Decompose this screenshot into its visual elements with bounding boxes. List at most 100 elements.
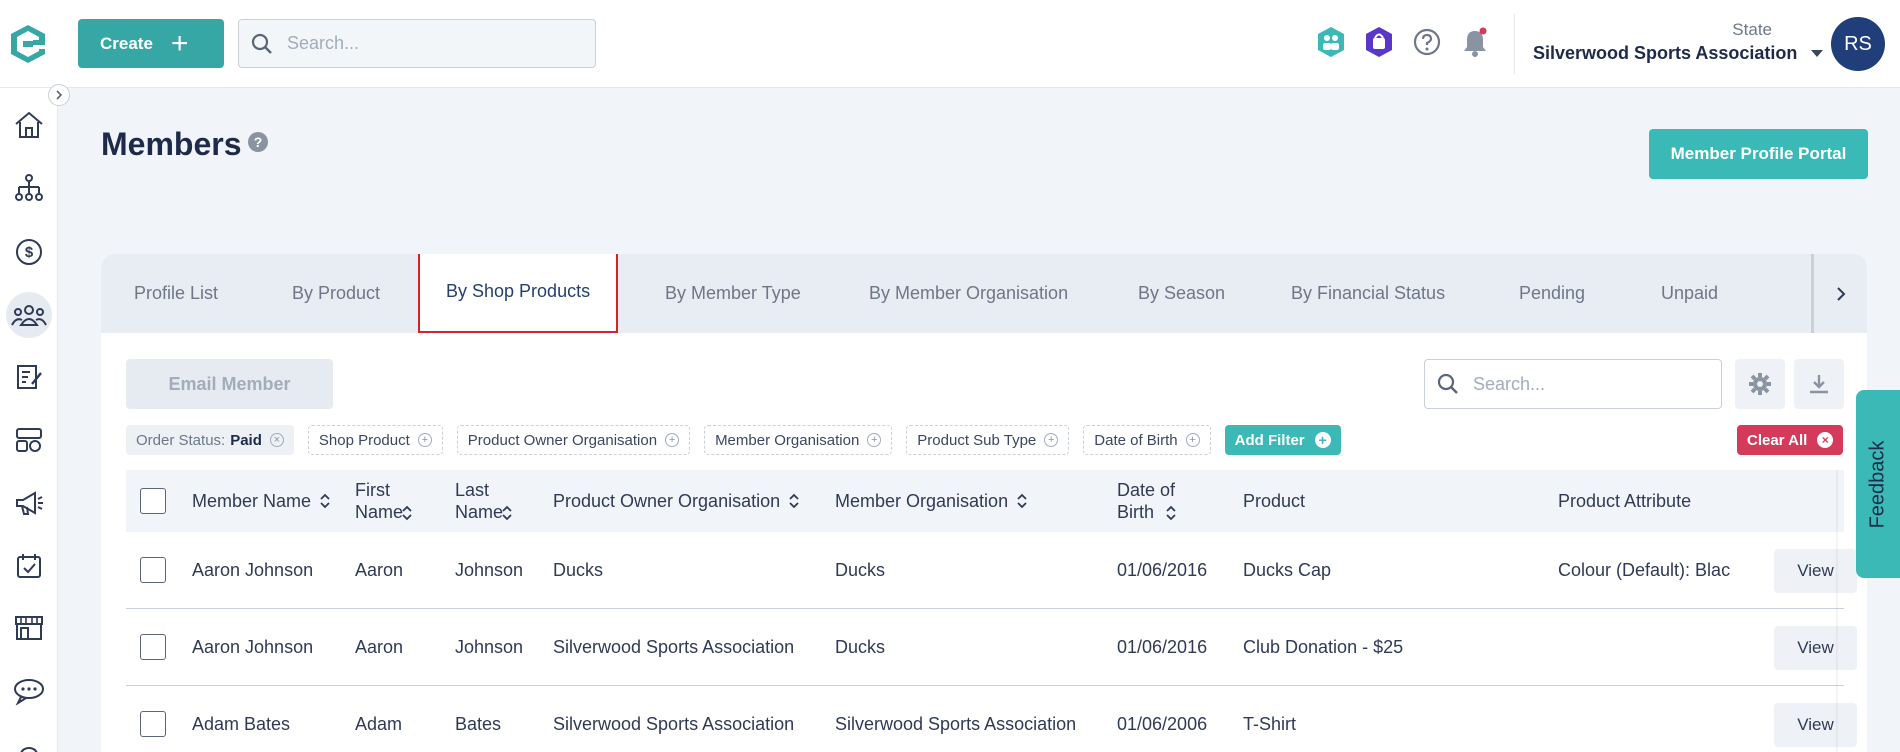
global-search-input[interactable]	[287, 33, 567, 54]
tab-by-member-organisation[interactable]: By Member Organisation	[869, 254, 1068, 333]
order-status-filter[interactable]: Order Status: Paid ×	[126, 425, 294, 455]
more-menu-icon	[20, 746, 38, 752]
sidebar-item-members[interactable]	[6, 292, 52, 338]
download-button[interactable]	[1794, 359, 1844, 409]
cell-member-organisation: Ducks	[835, 636, 886, 657]
remove-filter-icon[interactable]: ×	[269, 433, 284, 447]
organisation-selector[interactable]: Silverwood Sports Association	[1533, 43, 1824, 64]
tab-by-season[interactable]: By Season	[1138, 254, 1225, 333]
filter-product-owner-organisation[interactable]: Product Owner Organisation +	[456, 425, 691, 455]
col-product-owner-organisation[interactable]: Product Owner Organisation	[553, 470, 800, 532]
calendar-check-icon	[17, 554, 41, 578]
tab-bar: Profile List By Product By Shop Products…	[101, 254, 1867, 333]
global-search[interactable]	[238, 19, 596, 68]
home-icon	[15, 111, 43, 138]
col-label: Member Name	[192, 491, 312, 511]
shop-icon[interactable]	[1364, 26, 1394, 58]
sidebar-item-events[interactable]	[6, 543, 52, 589]
tab-by-product[interactable]: By Product	[292, 254, 380, 333]
tab-unpaid[interactable]: Unpaid	[1661, 254, 1718, 333]
sort-icon	[401, 504, 413, 522]
cell-product-owner-organisation: Silverwood Sports Association	[553, 636, 795, 657]
user-avatar[interactable]: RS	[1831, 17, 1885, 71]
megaphone-icon	[16, 491, 43, 515]
sidebar-item-home[interactable]	[6, 102, 52, 148]
sort-icon	[1016, 492, 1028, 510]
row-checkbox[interactable]	[140, 634, 166, 660]
view-button[interactable]: View	[1774, 549, 1857, 593]
add-filter-icon: +	[1044, 433, 1059, 447]
tab-pending[interactable]: Pending	[1519, 254, 1585, 333]
filter-product-sub-type[interactable]: Product Sub Type +	[906, 425, 1070, 455]
add-filter-icon: +	[417, 433, 432, 447]
cell-member-name: Aaron Johnson	[192, 559, 314, 580]
sidebar-toggle[interactable]	[48, 84, 70, 106]
help-circle-icon[interactable]	[1412, 26, 1442, 58]
sort-icon	[319, 492, 331, 510]
row-checkbox[interactable]	[140, 557, 166, 583]
cell-last-name: Johnson	[455, 636, 524, 657]
sidebar-item-venues[interactable]	[6, 605, 52, 651]
sidebar-item-finance[interactable]: $	[6, 229, 52, 275]
sidebar-item-organisation[interactable]	[6, 165, 52, 211]
cell-member-organisation: Ducks	[835, 559, 886, 580]
view-button[interactable]: View	[1774, 626, 1857, 670]
tab-by-shop-products[interactable]: By Shop Products	[418, 254, 619, 333]
filter-date-of-birth[interactable]: Date of Birth +	[1083, 425, 1211, 455]
row-checkbox[interactable]	[140, 711, 166, 737]
col-label: First Name	[355, 480, 404, 522]
notification-bell-icon[interactable]	[1460, 26, 1490, 58]
col-last-name[interactable]: Last Name	[455, 470, 535, 532]
tab-scroll-right[interactable]	[1811, 254, 1867, 333]
add-filter-button[interactable]: Add Filter +	[1224, 425, 1341, 455]
sidebar-item-messages[interactable]	[6, 668, 52, 714]
col-product-attribute: Product Attribute	[1558, 470, 1691, 532]
svg-text:$: $	[25, 244, 34, 261]
cell-date-of-birth: 01/06/2006	[1117, 713, 1208, 734]
hierarchy-icon	[15, 174, 43, 201]
app-logo[interactable]	[8, 23, 48, 65]
view-button[interactable]: View	[1774, 703, 1857, 747]
plus-circle-icon: +	[1314, 432, 1331, 448]
sidebar-item-registrations[interactable]	[6, 354, 52, 400]
table-search[interactable]	[1424, 359, 1722, 409]
tab-by-financial-status[interactable]: By Financial Status	[1291, 254, 1445, 333]
chat-bubbles-icon	[14, 679, 44, 706]
clear-all-button[interactable]: Clear All ×	[1737, 425, 1844, 455]
cell-product-owner-organisation: Silverwood Sports Association	[553, 713, 795, 734]
dollar-icon: $	[16, 239, 42, 265]
email-member-button[interactable]: Email Member	[126, 359, 333, 409]
feedback-tab[interactable]: Feedback	[1856, 390, 1900, 578]
filter-shop-product[interactable]: Shop Product +	[307, 425, 443, 455]
member-profile-portal-button[interactable]: Member Profile Portal	[1649, 129, 1868, 179]
form-edit-icon	[17, 365, 42, 389]
state-label: State	[1732, 20, 1772, 39]
col-date-of-birth[interactable]: Date of Birth	[1117, 470, 1197, 532]
sidebar-item-competitions[interactable]	[6, 417, 52, 463]
table-header: Member Name First Name Last Name Product…	[126, 470, 1844, 532]
col-label: Product Owner Organisation	[553, 491, 781, 511]
cell-first-name: Aaron	[355, 636, 404, 657]
scoreboard-icon	[16, 428, 42, 452]
header-divider	[1514, 14, 1515, 74]
sidebar-item-communications[interactable]	[6, 480, 52, 526]
cell-product-attribute	[1558, 686, 1736, 752]
tab-by-member-type[interactable]: By Member Type	[665, 254, 801, 333]
plus-icon: +	[170, 26, 189, 60]
settings-button[interactable]	[1735, 359, 1785, 409]
page-title: Members	[101, 126, 242, 162]
filter-member-organisation[interactable]: Member Organisation +	[704, 425, 893, 455]
organisation-name: Silverwood Sports Association	[1533, 43, 1798, 63]
select-all-checkbox[interactable]	[140, 488, 166, 514]
cell-last-name: Bates	[455, 713, 502, 734]
team-hub-icon[interactable]	[1316, 26, 1346, 58]
help-icon[interactable]: ?	[248, 132, 268, 152]
users-icon	[11, 305, 47, 326]
cell-product-attribute	[1558, 609, 1736, 685]
tab-profile-list[interactable]: Profile List	[134, 254, 218, 333]
col-member-name[interactable]: Member Name	[192, 470, 331, 532]
col-first-name[interactable]: First Name	[355, 470, 435, 532]
create-button[interactable]: Create +	[78, 19, 224, 68]
table-search-input[interactable]	[1473, 373, 1703, 395]
col-member-organisation[interactable]: Member Organisation	[835, 470, 1028, 532]
